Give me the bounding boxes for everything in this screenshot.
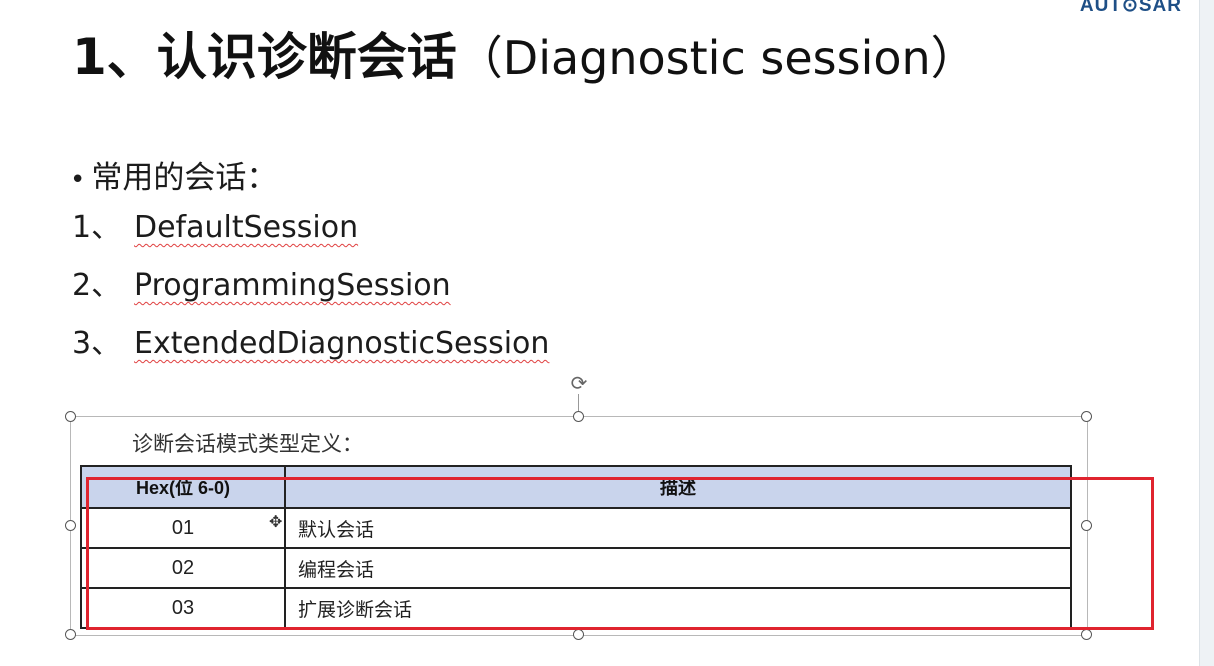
red-highlight-box: [86, 477, 1154, 630]
session-name: ExtendedDiagnosticSession: [134, 326, 550, 361]
session-item: 2、 ProgrammingSession: [72, 266, 451, 306]
vertical-scrollbar[interactable]: [1199, 0, 1214, 666]
table-caption: 诊断会话模式类型定义：: [132, 432, 363, 456]
session-name: DefaultSession: [134, 210, 359, 245]
resize-handle-top-left[interactable]: [65, 411, 76, 422]
session-item: 1、 DefaultSession: [72, 208, 358, 248]
rotate-handle-icon[interactable]: ⟳: [568, 372, 590, 394]
session-item: 3、 ExtendedDiagnosticSession: [72, 324, 549, 364]
resize-handle-left[interactable]: [65, 520, 76, 531]
title-english: （Diagnostic session）: [456, 31, 977, 85]
session-number: 1、: [72, 210, 122, 245]
resize-handle-top[interactable]: [573, 411, 584, 422]
resize-handle-top-right[interactable]: [1081, 411, 1092, 422]
slide-title: 1、认识诊断会话（Diagnostic session）: [72, 20, 977, 95]
session-number: 2、: [72, 268, 122, 303]
bullet-text: 常用的会话：: [91, 160, 278, 196]
bullet-heading: • 常用的会话：: [70, 152, 277, 197]
session-name: ProgrammingSession: [134, 268, 451, 303]
title-chinese: 1、认识诊断会话: [72, 28, 457, 86]
session-number: 3、: [72, 326, 122, 361]
move-cursor-icon: ✥: [269, 512, 283, 531]
resize-handle-bottom-right[interactable]: [1081, 629, 1092, 640]
bullet-dot-icon: •: [70, 165, 86, 195]
resize-handle-bottom-left[interactable]: [65, 629, 76, 640]
resize-handle-bottom[interactable]: [573, 629, 584, 640]
slide-canvas: AUT⊙SAR 1、认识诊断会话（Diagnostic session） • 常用…: [0, 0, 1200, 666]
autosar-logo: AUT⊙SAR: [1079, 0, 1182, 16]
